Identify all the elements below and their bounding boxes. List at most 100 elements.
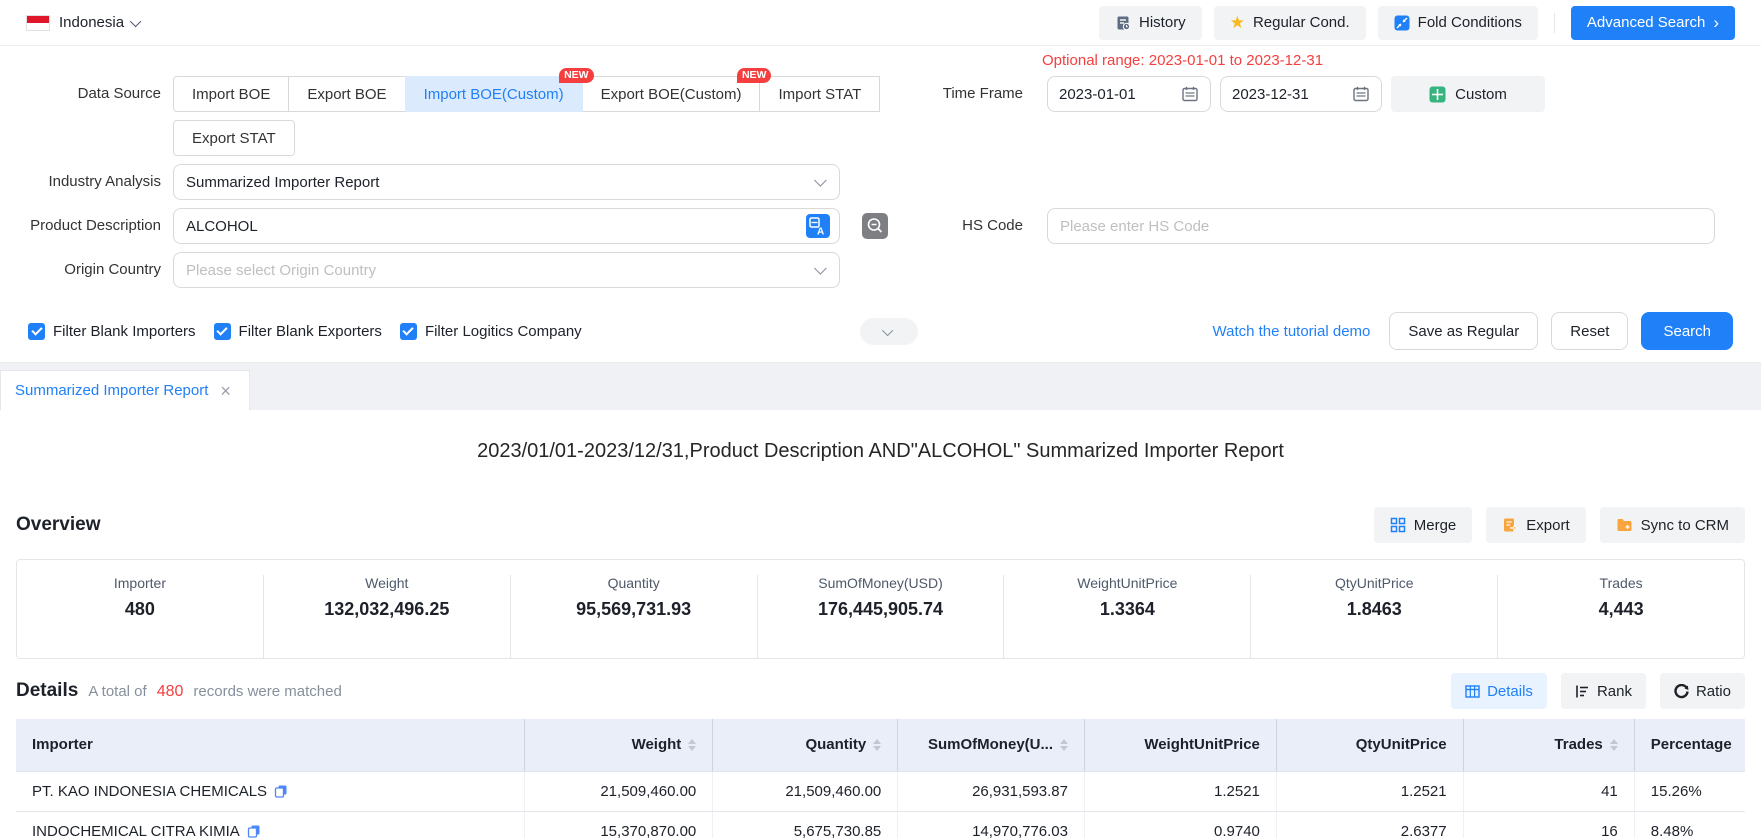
col-sum-of-money: SumOfMoney(U... <box>898 719 1085 771</box>
stat-value: 132,032,496.25 <box>264 599 510 620</box>
sort-icon[interactable] <box>1060 739 1068 751</box>
copy-icon[interactable] <box>274 784 288 798</box>
col-label: Percentage <box>1651 736 1732 753</box>
stat-value: 480 <box>17 599 263 620</box>
sync-to-crm-button[interactable]: Sync to CRM <box>1600 507 1745 543</box>
merge-label: Merge <box>1414 517 1457 534</box>
tab-import-boe[interactable]: Import BOE <box>173 76 289 112</box>
export-button[interactable]: Export <box>1486 507 1585 543</box>
chevron-down-icon <box>814 262 827 275</box>
tutorial-link[interactable]: Watch the tutorial demo <box>1213 323 1371 340</box>
overview-stats-bar: Importer 480 Weight 132,032,496.25 Quant… <box>16 559 1745 659</box>
weight-unit-price-cell: 0.9740 <box>1085 811 1277 838</box>
tab-export-stat[interactable]: Export STAT <box>173 120 295 156</box>
checkbox-checked-icon <box>28 323 45 340</box>
hs-code-input[interactable] <box>1047 208 1715 244</box>
history-label: History <box>1139 14 1186 31</box>
country-selector[interactable]: Indonesia <box>26 14 141 31</box>
tab-export-boe[interactable]: Export BOE <box>288 76 405 112</box>
stat-value: 4,443 <box>1498 599 1744 620</box>
total-count: 480 <box>157 683 184 701</box>
industry-value: Summarized Importer Report <box>186 174 379 191</box>
filter-blank-exporters-checkbox[interactable]: Filter Blank Exporters <box>214 323 382 340</box>
search-button[interactable]: Search <box>1641 312 1733 350</box>
checkbox-row: Filter Blank Importers Filter Blank Expo… <box>0 312 1761 350</box>
col-label: Importer <box>32 736 93 753</box>
stat-trades: Trades 4,443 <box>1497 575 1744 658</box>
filter-panel: Optional range: 2023-01-01 to 2023-12-31… <box>0 46 1761 362</box>
stat-weight-unit-price: WeightUnitPrice 1.3364 <box>1003 575 1250 658</box>
details-summary: Details A total of 480 records were matc… <box>16 680 342 702</box>
tab-export-boe-custom[interactable]: Export BOE(Custom) NEW <box>582 76 761 112</box>
ratio-icon <box>1674 684 1689 699</box>
details-heading: Details <box>16 680 78 702</box>
chevron-down-icon <box>882 325 893 336</box>
history-button[interactable]: History <box>1099 6 1202 40</box>
importer-name[interactable]: INDOCHEMICAL CITRA KIMIA <box>32 823 240 838</box>
date-from-input[interactable]: 2023-01-01 <box>1047 76 1211 112</box>
tab-import-boe-custom[interactable]: Import BOE(Custom) NEW <box>405 76 583 112</box>
country-name: Indonesia <box>59 14 124 31</box>
view-details-label: Details <box>1487 683 1533 700</box>
origin-placeholder: Please select Origin Country <box>186 262 376 279</box>
filter-logistics-company-checkbox[interactable]: Filter Logitics Company <box>400 323 582 340</box>
view-ratio-button[interactable]: Ratio <box>1660 673 1745 709</box>
search-actions: Watch the tutorial demo Save as Regular … <box>1213 312 1733 350</box>
tab-title: Summarized Importer Report <box>15 382 208 399</box>
regular-cond-button[interactable]: ★ Regular Cond. <box>1214 6 1366 40</box>
advanced-search-button[interactable]: Advanced Search › <box>1571 6 1735 40</box>
sort-icon[interactable] <box>1610 739 1618 751</box>
stat-value: 1.8463 <box>1251 599 1497 620</box>
merge-icon <box>1390 517 1406 533</box>
report-area: 2023/01/01-2023/12/31,Product Descriptio… <box>0 440 1761 838</box>
custom-range-button[interactable]: Custom <box>1391 76 1545 112</box>
qty-unit-price-cell: 2.6377 <box>1276 811 1463 838</box>
stat-label: Importer <box>17 575 263 591</box>
translate-icon[interactable]: A <box>806 214 830 238</box>
checkbox-label: Filter Blank Importers <box>53 323 196 340</box>
checkbox-checked-icon <box>400 323 417 340</box>
tab-summarized-importer-report[interactable]: Summarized Importer Report × <box>0 370 250 410</box>
stat-label: Quantity <box>511 575 757 591</box>
date-from-value: 2023-01-01 <box>1059 86 1136 103</box>
fold-conditions-button[interactable]: Fold Conditions <box>1378 6 1538 40</box>
col-importer: Importer <box>16 719 524 771</box>
importer-name[interactable]: PT. KAO INDONESIA CHEMICALS <box>32 783 267 800</box>
stat-label: WeightUnitPrice <box>1004 575 1250 591</box>
save-as-regular-button[interactable]: Save as Regular <box>1389 312 1538 350</box>
collapse-conditions-button[interactable] <box>860 318 918 345</box>
table-row: PT. KAO INDONESIA CHEMICALS 21,509,460.0… <box>16 771 1745 811</box>
checkbox-label: Filter Logitics Company <box>425 323 582 340</box>
history-icon <box>1115 15 1131 31</box>
tab-label: Import STAT <box>778 86 861 103</box>
chevron-down-icon <box>814 174 827 187</box>
product-input[interactable] <box>173 208 840 244</box>
checkbox-label: Filter Blank Exporters <box>239 323 382 340</box>
new-badge: NEW <box>737 68 772 83</box>
reset-button[interactable]: Reset <box>1551 312 1628 350</box>
new-badge: NEW <box>559 68 594 83</box>
table-header-row: Importer Weight Quantity SumOfMoney(U...… <box>16 719 1745 771</box>
quantity-cell: 21,509,460.00 <box>713 771 898 811</box>
report-title: 2023/01/01-2023/12/31,Product Descriptio… <box>16 440 1745 463</box>
data-source-row: Data Source Import BOE Export BOE Import… <box>0 76 1761 112</box>
close-icon[interactable]: × <box>220 382 231 400</box>
origin-select[interactable]: Please select Origin Country <box>173 252 840 288</box>
export-icon <box>1502 517 1518 533</box>
export-label: Export <box>1526 517 1569 534</box>
details-header: Details A total of 480 records were matc… <box>16 673 1745 709</box>
date-to-value: 2023-12-31 <box>1232 86 1309 103</box>
sort-icon[interactable] <box>688 739 696 751</box>
topbar: Indonesia History ★ Regular Cond. <box>0 0 1761 46</box>
view-details-button[interactable]: Details <box>1451 673 1547 709</box>
date-to-input[interactable]: 2023-12-31 <box>1220 76 1382 112</box>
folder-sync-icon <box>1616 517 1633 533</box>
filter-blank-importers-checkbox[interactable]: Filter Blank Importers <box>28 323 196 340</box>
view-rank-button[interactable]: Rank <box>1561 673 1646 709</box>
sort-icon[interactable] <box>873 739 881 751</box>
details-table-icon <box>1465 684 1480 699</box>
industry-select[interactable]: Summarized Importer Report <box>173 164 840 200</box>
merge-button[interactable]: Merge <box>1374 507 1473 543</box>
copy-icon[interactable] <box>247 824 261 838</box>
col-label: WeightUnitPrice <box>1144 736 1260 753</box>
